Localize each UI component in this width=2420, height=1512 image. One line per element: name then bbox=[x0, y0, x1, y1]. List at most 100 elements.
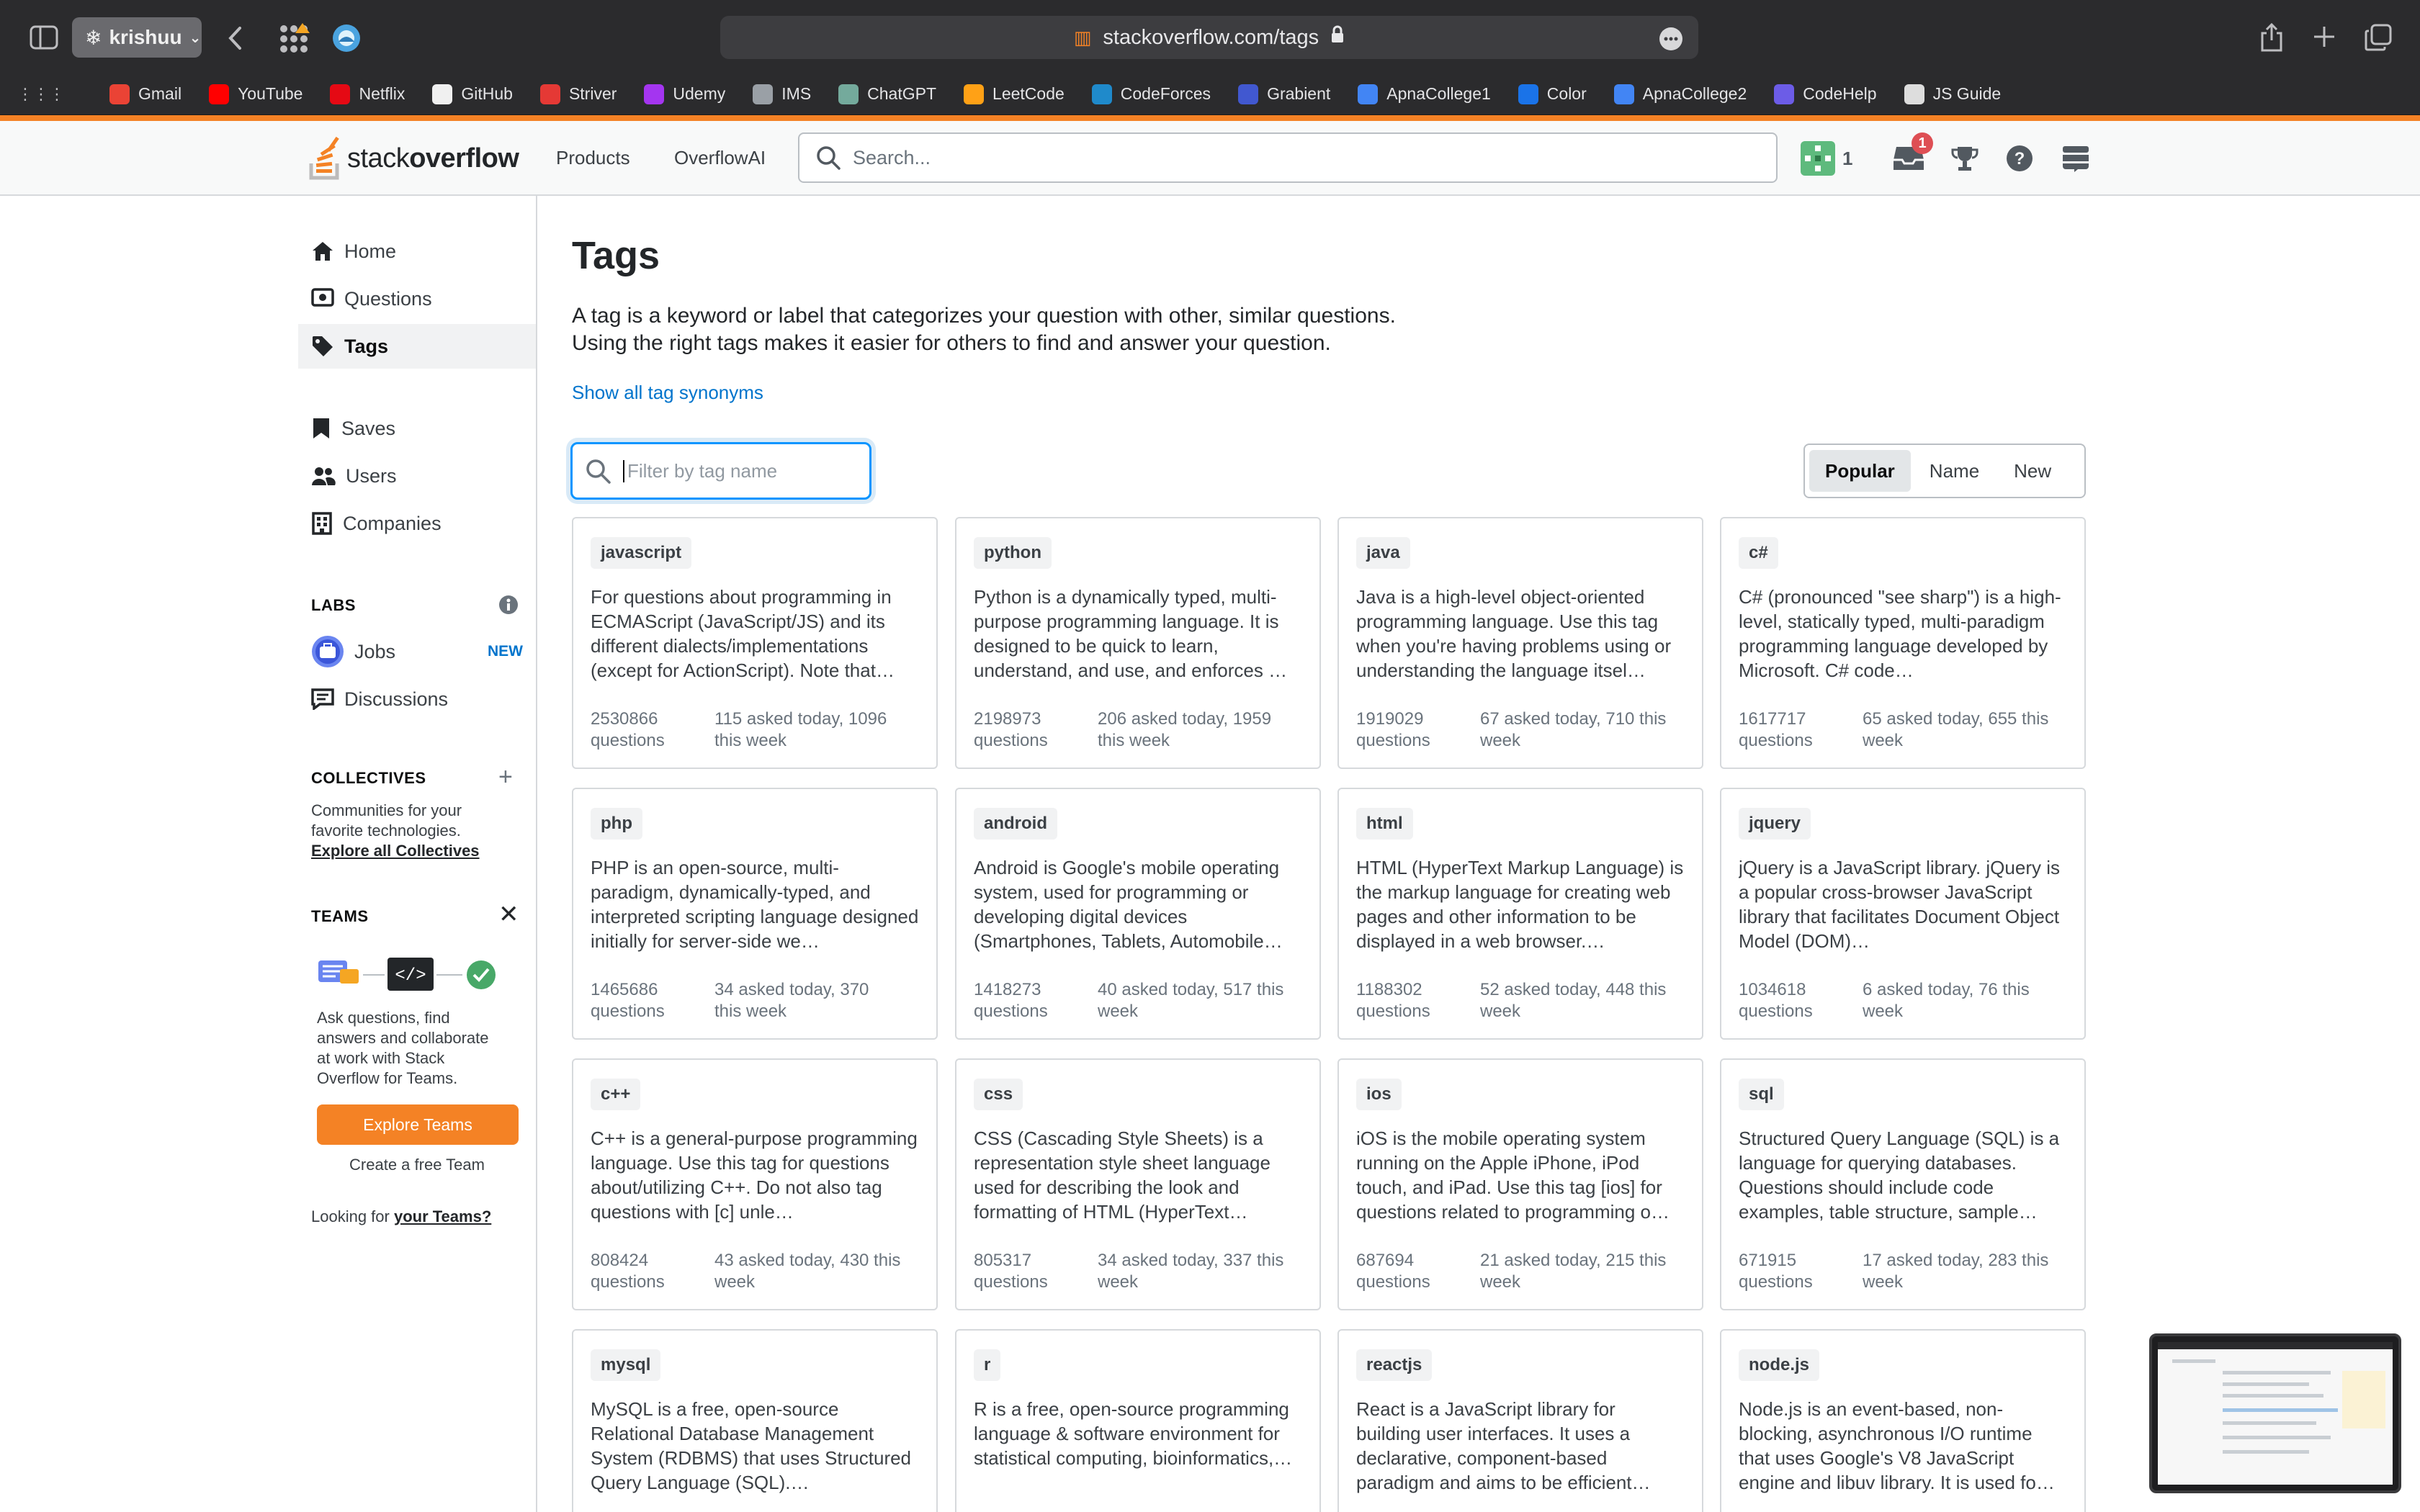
bookmark-item[interactable]: GitHub bbox=[432, 84, 513, 104]
tag-chip[interactable]: php bbox=[591, 808, 642, 840]
bookmark-favicon-icon bbox=[1518, 84, 1538, 104]
bookmark-label: Color bbox=[1546, 84, 1587, 103]
inbox-button[interactable]: 1 bbox=[1887, 132, 1933, 180]
add-collective-icon[interactable]: + bbox=[498, 763, 513, 791]
tab-popular[interactable]: Popular bbox=[1809, 450, 1911, 492]
site-search[interactable] bbox=[798, 132, 1778, 183]
tag-chip[interactable]: c# bbox=[1739, 537, 1778, 569]
info-icon[interactable] bbox=[498, 595, 519, 615]
close-icon[interactable]: ✕ bbox=[498, 900, 519, 929]
sidebar-item-saves[interactable]: Saves bbox=[298, 406, 536, 451]
tag-chip[interactable]: jquery bbox=[1739, 808, 1811, 840]
bookmark-label: Grabient bbox=[1267, 84, 1331, 103]
bookmark-item[interactable]: Gmail bbox=[109, 84, 182, 104]
tag-activity: 43 asked today, 430 this week bbox=[714, 1250, 931, 1293]
bookmark-label: Udemy bbox=[673, 84, 726, 103]
tag-chip[interactable]: ios bbox=[1356, 1079, 1402, 1110]
apps-grid-icon[interactable]: ⋮⋮⋮ bbox=[17, 85, 65, 104]
tag-chip[interactable]: javascript bbox=[591, 537, 692, 569]
page-menu-icon[interactable] bbox=[1658, 26, 1684, 52]
tabs-icon[interactable] bbox=[2362, 22, 2394, 53]
site-logo[interactable]: stackoverflow bbox=[308, 130, 519, 187]
site-header: stackoverflow Products OverflowAI 1 1 ? bbox=[0, 121, 2420, 196]
sidebar-item-users[interactable]: Users bbox=[298, 454, 536, 498]
bookmark-item[interactable]: Grabient bbox=[1238, 84, 1330, 104]
tag-chip[interactable]: java bbox=[1356, 537, 1410, 569]
tag-stats: 1188302 questions 52 asked today, 448 this… bbox=[1356, 979, 1696, 1022]
profile-switcher[interactable]: ❄ krishuu ⌄ bbox=[72, 17, 202, 58]
sidebar-item-jobs[interactable]: Jobs NEW bbox=[298, 629, 536, 674]
share-icon[interactable] bbox=[2256, 20, 2287, 55]
bookmark-item[interactable]: Udemy bbox=[644, 84, 725, 104]
sidebar-item-home[interactable]: Home bbox=[298, 229, 536, 274]
bookmark-item[interactable]: ApnaCollege1 bbox=[1358, 84, 1491, 104]
questions-icon bbox=[311, 288, 334, 307]
tag-filter-input[interactable] bbox=[623, 459, 868, 482]
tab-name[interactable]: Name bbox=[1914, 450, 1995, 492]
bookmark-item[interactable]: LeetCode bbox=[964, 84, 1065, 104]
tag-chip[interactable]: c++ bbox=[591, 1079, 641, 1110]
tag-chip[interactable]: node.js bbox=[1739, 1349, 1820, 1381]
bookmark-favicon-icon bbox=[1358, 84, 1379, 104]
back-icon[interactable] bbox=[219, 22, 252, 55]
help-button[interactable]: ? bbox=[1998, 137, 2041, 180]
sidebar-item-tags[interactable]: Tags bbox=[298, 324, 536, 369]
tag-stats: 671915 questions 17 asked today, 283 this w… bbox=[1739, 1250, 2079, 1293]
tag-description: PHP is an open-source, multi-paradigm, d… bbox=[591, 857, 919, 952]
explore-collectives-link[interactable]: Explore all Collectives bbox=[311, 842, 480, 860]
tag-activity-line: 17 asked today, 283 this bbox=[1863, 1251, 2049, 1270]
sidebar-label: Tags bbox=[344, 335, 389, 357]
tag-chip[interactable]: android bbox=[974, 808, 1057, 840]
search-input[interactable] bbox=[853, 146, 1717, 169]
svg-text:?: ? bbox=[2015, 149, 2025, 168]
bookmark-item[interactable]: YouTube bbox=[209, 84, 302, 104]
question-count-label: questions bbox=[1739, 1272, 1813, 1292]
explore-teams-button[interactable]: Explore Teams bbox=[317, 1104, 519, 1145]
show-tag-synonyms-link[interactable]: Show all tag synonyms bbox=[572, 382, 763, 404]
address-bar[interactable]: ▥ stackoverflow.com/tags bbox=[720, 16, 1698, 59]
tag-card: android Android is Google's mobile operat… bbox=[955, 788, 1321, 1040]
bookmark-item[interactable]: CodeHelp bbox=[1774, 84, 1877, 104]
sidebar-item-companies[interactable]: Companies bbox=[298, 501, 536, 546]
reputation-link[interactable]: 1 bbox=[1801, 137, 1865, 180]
question-count-label: questions bbox=[1356, 731, 1430, 750]
tag-card: css CSS (Cascading Style Sheets) is a rep… bbox=[955, 1058, 1321, 1310]
question-count-label: questions bbox=[591, 1272, 665, 1292]
bookmark-item[interactable]: Striver bbox=[539, 84, 617, 104]
bookmark-item[interactable]: IMS bbox=[753, 84, 811, 104]
bookmark-favicon-icon bbox=[964, 84, 985, 104]
bookmark-item[interactable]: ApnaCollege2 bbox=[1613, 84, 1747, 104]
sidebar-item-discussions[interactable]: Discussions bbox=[298, 677, 536, 721]
extension-icon[interactable] bbox=[328, 20, 364, 56]
nav-overflowai[interactable]: OverflowAI bbox=[674, 147, 766, 169]
question-count-label: questions bbox=[974, 731, 1048, 750]
sidebar-item-questions[interactable]: Questions bbox=[298, 276, 536, 321]
tag-chip[interactable]: html bbox=[1356, 808, 1413, 840]
bookmark-favicon-icon bbox=[644, 84, 665, 104]
tag-chip[interactable]: r bbox=[974, 1349, 1001, 1381]
create-free-team-link[interactable]: Create a free Team bbox=[298, 1155, 536, 1175]
accent-bar bbox=[0, 115, 2420, 121]
new-tab-icon[interactable] bbox=[2309, 22, 2339, 52]
tag-chip[interactable]: reactjs bbox=[1356, 1349, 1433, 1381]
tag-chip[interactable]: python bbox=[974, 537, 1052, 569]
tag-chip[interactable]: sql bbox=[1739, 1079, 1784, 1110]
achievements-button[interactable] bbox=[1943, 137, 1986, 180]
site-switcher-button[interactable] bbox=[2054, 137, 2097, 180]
nav-products[interactable]: Products bbox=[556, 147, 630, 169]
your-teams-link[interactable]: your Teams? bbox=[394, 1207, 491, 1225]
bookmark-item[interactable]: CodeForces bbox=[1091, 84, 1211, 104]
bookmark-item[interactable]: JS Guide bbox=[1904, 84, 2001, 104]
tab-overview-icon[interactable] bbox=[274, 20, 314, 58]
sidebar-toggle-icon[interactable] bbox=[26, 22, 62, 53]
tag-filter[interactable] bbox=[570, 442, 871, 500]
window-preview-thumbnail[interactable] bbox=[2149, 1333, 2401, 1493]
tab-new[interactable]: New bbox=[1998, 450, 2067, 492]
bookmark-item[interactable]: ChatGPT bbox=[838, 84, 936, 104]
bookmark-item[interactable]: Color bbox=[1518, 84, 1587, 104]
bookmark-item[interactable]: Netflix bbox=[330, 84, 405, 104]
tag-chip[interactable]: css bbox=[974, 1079, 1023, 1110]
tag-chip[interactable]: mysql bbox=[591, 1349, 661, 1381]
tag-description: Node.js is an event-based, non-blocking,… bbox=[1739, 1398, 2055, 1493]
bookmark-label: IMS bbox=[781, 84, 812, 103]
